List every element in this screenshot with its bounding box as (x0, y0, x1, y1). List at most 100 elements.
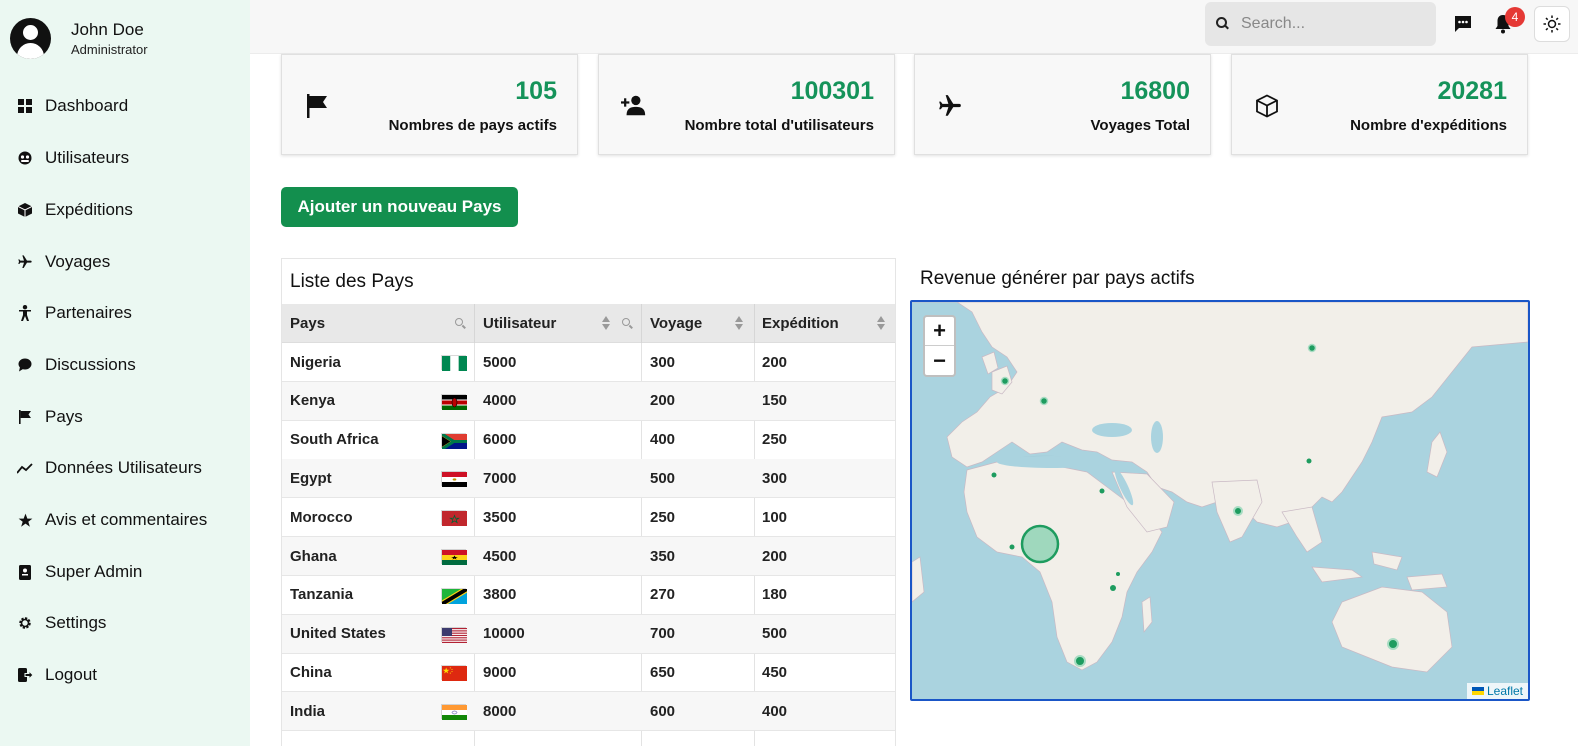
map-attribution[interactable]: Leaflet (1466, 683, 1528, 699)
cell-expeditions: 400 (762, 702, 788, 720)
sidebar-item-label: Données Utilisateurs (45, 458, 202, 477)
sidebar-item-avis[interactable]: Avis et commentaires (0, 496, 250, 544)
cell-users: 7000 (483, 469, 517, 487)
sidebar: John Doe Administrator Dashboard Utilisa… (0, 0, 250, 746)
country-flag-icon (441, 704, 467, 721)
user-name: John Doe (71, 19, 144, 39)
column-header-voyage[interactable]: Voyage (650, 304, 702, 343)
country-flag-icon (441, 393, 467, 410)
column-header-pays[interactable]: Pays (290, 304, 325, 343)
notifications-button[interactable]: 4 (1485, 6, 1525, 42)
table-row[interactable]: Kenya 4000 200 150 (282, 381, 895, 421)
stat-card-total-users: 100301 Nombre total d'utilisateurs (598, 54, 895, 155)
zoom-in-button[interactable]: + (925, 317, 954, 346)
table-header: Pays Utilisateur Voyage Expédition (282, 304, 895, 343)
sidebar-item-logout[interactable]: Logout (0, 651, 250, 699)
map-marker[interactable] (991, 472, 997, 478)
plane-icon (937, 93, 963, 119)
cell-users: 3800 (483, 586, 517, 604)
sidebar-item-voyages[interactable]: Voyages (0, 238, 250, 286)
table-row[interactable]: Ghana 4500 350 200 (282, 537, 895, 576)
stat-value: 105 (515, 77, 557, 105)
table-row[interactable]: United States 10000 700 500 (282, 614, 895, 654)
map-marker[interactable] (1009, 544, 1015, 550)
cell-country: United States (290, 625, 386, 643)
flag-icon (304, 93, 330, 119)
table-row[interactable]: India 8000 600 400 (282, 692, 895, 732)
table-row[interactable]: South Africa 6000 400 250 (282, 421, 895, 460)
cell-users: 10000 (483, 625, 525, 643)
logout-icon (16, 666, 34, 684)
map-marker[interactable] (1387, 638, 1399, 650)
cell-country: Tanzania (290, 586, 354, 604)
sort-icon[interactable] (877, 316, 886, 331)
add-country-button[interactable]: Ajouter un nouveau Pays (281, 187, 518, 227)
sidebar-item-donnees-utilisateurs[interactable]: Données Utilisateurs (0, 444, 250, 492)
filter-search-icon[interactable] (622, 318, 633, 329)
sidebar-item-partenaires[interactable]: Partenaires (0, 289, 250, 337)
cell-voyages: 650 (650, 663, 676, 681)
sidebar-item-pays[interactable]: Pays (0, 393, 250, 441)
chat-icon (16, 356, 34, 374)
users-icon (16, 149, 34, 167)
map-marker[interactable] (1099, 488, 1105, 494)
cell-voyages: 270 (650, 586, 676, 604)
map-marker[interactable] (1039, 396, 1049, 406)
revenue-map[interactable]: + − Leaflet (910, 300, 1530, 701)
table-row[interactable]: Tanzania 3800 270 180 (282, 576, 895, 615)
box-icon (1254, 93, 1280, 119)
sidebar-item-dashboard[interactable]: Dashboard (0, 82, 250, 130)
country-flag-icon (441, 549, 467, 565)
sidebar-item-label: Pays (45, 407, 83, 426)
map-marker[interactable] (1116, 572, 1120, 576)
stat-value: 16800 (1120, 77, 1190, 105)
messages-button[interactable] (1445, 6, 1481, 42)
table-row[interactable]: China 9000 650 450 (282, 653, 895, 693)
user-role: Administrator (71, 41, 148, 57)
top-bar: 4 (250, 0, 1578, 54)
map-marker[interactable] (1306, 458, 1312, 464)
sort-icon[interactable] (602, 316, 611, 331)
user-profile[interactable]: John Doe Administrator (10, 18, 148, 59)
search-box[interactable] (1205, 2, 1436, 46)
attribution-link[interactable]: Leaflet (1487, 684, 1523, 698)
map-marker[interactable] (1000, 376, 1010, 386)
cell-country: Ghana (290, 547, 337, 565)
cell-expeditions: 300 (762, 469, 788, 487)
map-marker[interactable] (1307, 343, 1317, 353)
flag-icon (16, 408, 34, 426)
zoom-out-button[interactable]: − (925, 346, 954, 375)
person-icon (16, 304, 34, 322)
table-row[interactable]: Nigeria 5000 300 200 (282, 343, 895, 382)
stat-value: 100301 (790, 77, 874, 105)
sidebar-item-users[interactable]: Utilisateurs (0, 134, 250, 182)
column-header-utilisateur[interactable]: Utilisateur (483, 304, 556, 343)
sidebar-item-settings[interactable]: Settings (0, 599, 250, 647)
filter-search-icon[interactable] (455, 318, 466, 329)
cell-country: South Africa (290, 431, 379, 449)
sidebar-item-label: Avis et commentaires (45, 510, 208, 529)
country-flag-icon (441, 626, 467, 643)
cell-expeditions: 250 (762, 431, 788, 449)
cell-voyages: 200 (650, 392, 676, 410)
cell-expeditions: 450 (762, 663, 788, 681)
map-marker[interactable] (1110, 585, 1116, 591)
theme-toggle-button[interactable] (1534, 6, 1570, 42)
sidebar-item-label: Voyages (45, 252, 111, 271)
map-marker[interactable] (1020, 524, 1060, 564)
table-row[interactable]: Morocco 3500 250 100 (282, 498, 895, 538)
cell-voyages: 400 (650, 431, 676, 449)
column-header-expedition[interactable]: Expédition (762, 304, 839, 343)
country-flag-icon (441, 432, 467, 449)
cell-users: 3500 (483, 508, 517, 526)
map-marker[interactable] (1074, 655, 1086, 667)
map-marker[interactable] (1233, 506, 1243, 516)
countries-table-panel: Liste des Pays Pays Utilisateur Voyage E… (281, 258, 896, 746)
sidebar-item-super-admin[interactable]: Super Admin (0, 548, 250, 596)
cell-users: 4000 (483, 392, 517, 410)
table-row[interactable]: Egypt 7000 500 300 (282, 459, 895, 499)
sidebar-item-expeditions[interactable]: Expéditions (0, 186, 250, 234)
sort-icon[interactable] (735, 316, 744, 331)
sidebar-item-discussions[interactable]: Discussions (0, 341, 250, 389)
search-input[interactable] (1241, 15, 1421, 33)
